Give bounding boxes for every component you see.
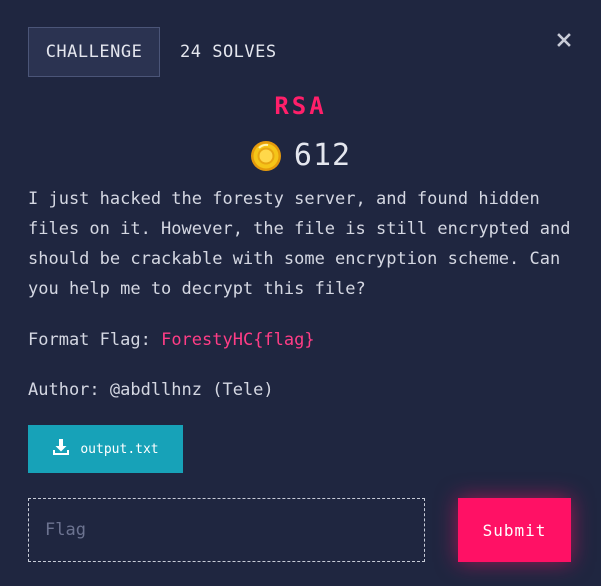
coin-icon xyxy=(250,140,282,172)
challenge-description: I just hacked the foresty server, and fo… xyxy=(28,189,571,299)
file-name: output.txt xyxy=(80,441,159,457)
challenge-modal: CHALLENGE 24 SOLVES RSA 612 I just hacke… xyxy=(0,0,601,586)
download-icon xyxy=(52,438,70,460)
challenge-points: 612 xyxy=(0,138,601,173)
submit-button[interactable]: Submit xyxy=(458,498,571,562)
points-value: 612 xyxy=(293,138,352,173)
tab-challenge[interactable]: CHALLENGE xyxy=(28,27,160,77)
flag-format-value: ForestyHC{flag} xyxy=(161,330,315,350)
download-file-button[interactable]: output.txt xyxy=(28,425,183,473)
flag-format-label: Format Flag: xyxy=(28,330,151,350)
flag-input[interactable] xyxy=(28,498,425,562)
close-icon[interactable] xyxy=(556,32,572,48)
challenge-author: Author: @abdllhnz (Tele) xyxy=(28,380,274,400)
tab-solves[interactable]: 24 SOLVES xyxy=(160,27,277,77)
challenge-title: RSA xyxy=(274,92,327,120)
flag-format: Format Flag: ForestyHC{flag} xyxy=(28,325,315,355)
modal-tabs: CHALLENGE 24 SOLVES xyxy=(28,27,277,77)
